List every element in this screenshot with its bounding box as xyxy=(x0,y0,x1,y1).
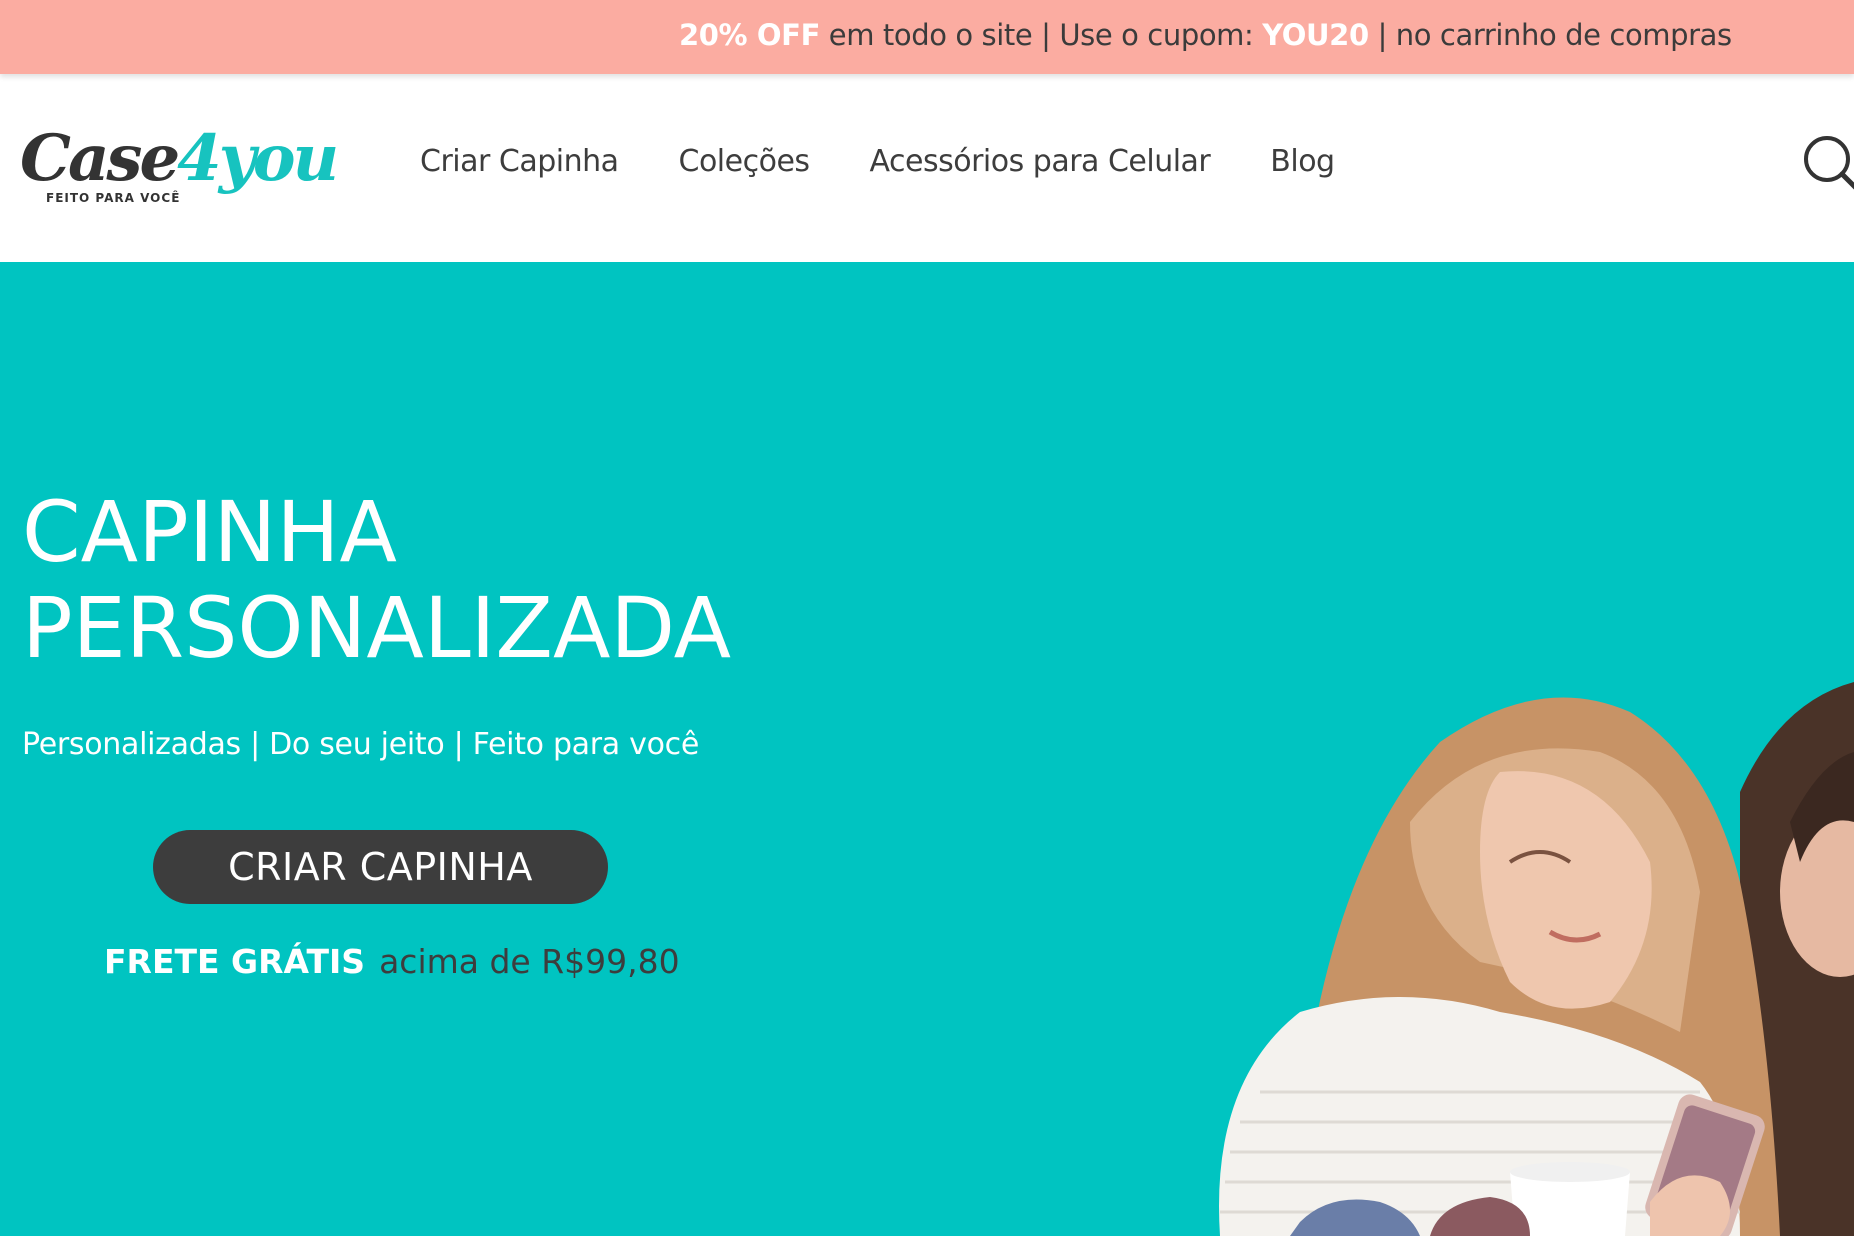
search-icon[interactable] xyxy=(1800,132,1854,202)
logo[interactable]: Case4you FEITO PARA VOCÊ xyxy=(20,119,339,219)
promo-text: 20% OFF em todo o site | Use o cupom: YO… xyxy=(679,18,1732,52)
hero-title-line1: CAPINHA xyxy=(22,483,398,581)
criar-capinha-button[interactable]: CRIAR CAPINHA xyxy=(153,830,608,904)
promo-bar: 20% OFF em todo o site | Use o cupom: YO… xyxy=(0,0,1854,74)
nav-item-colecoes[interactable]: Coleções xyxy=(679,144,811,179)
logo-main-text: Case xyxy=(20,121,180,196)
hero-title-line2: PERSONALIZADA xyxy=(22,579,732,677)
promo-coupon-code: YOU20 xyxy=(1262,18,1369,52)
free-shipping-label: FRETE GRÁTIS xyxy=(104,942,366,981)
main-nav: Criar Capinha Coleções Acessórios para C… xyxy=(420,144,1395,179)
shipping-info: FRETE GRÁTIS acima de R$99,80 xyxy=(104,942,680,981)
logo-tagline: FEITO PARA VOCÊ xyxy=(46,191,181,205)
hero-photo-two-women-with-phone xyxy=(1219,682,1854,1236)
promo-highlight: 20% OFF xyxy=(679,18,820,52)
hero-subtitle: Personalizadas | Do seu jeito | Feito pa… xyxy=(22,727,699,762)
nav-item-acessorios[interactable]: Acessórios para Celular xyxy=(870,144,1211,179)
hero-banner: CAPINHA PERSONALIZADA Personalizadas | D… xyxy=(0,262,1854,1236)
free-shipping-threshold: acima de R$99,80 xyxy=(379,942,680,981)
site-header: Case4you FEITO PARA VOCÊ Criar Capinha C… xyxy=(0,74,1854,262)
logo-wordmark: Case4you xyxy=(20,119,339,199)
promo-text-part2: | no carrinho de compras xyxy=(1368,18,1733,52)
logo-accent-text: 4you xyxy=(177,121,339,196)
nav-item-blog[interactable]: Blog xyxy=(1270,144,1335,179)
promo-text-part1: em todo o site | Use o cupom: xyxy=(819,18,1263,52)
nav-item-criar-capinha[interactable]: Criar Capinha xyxy=(420,144,619,179)
hero-title: CAPINHA PERSONALIZADA xyxy=(22,484,731,676)
